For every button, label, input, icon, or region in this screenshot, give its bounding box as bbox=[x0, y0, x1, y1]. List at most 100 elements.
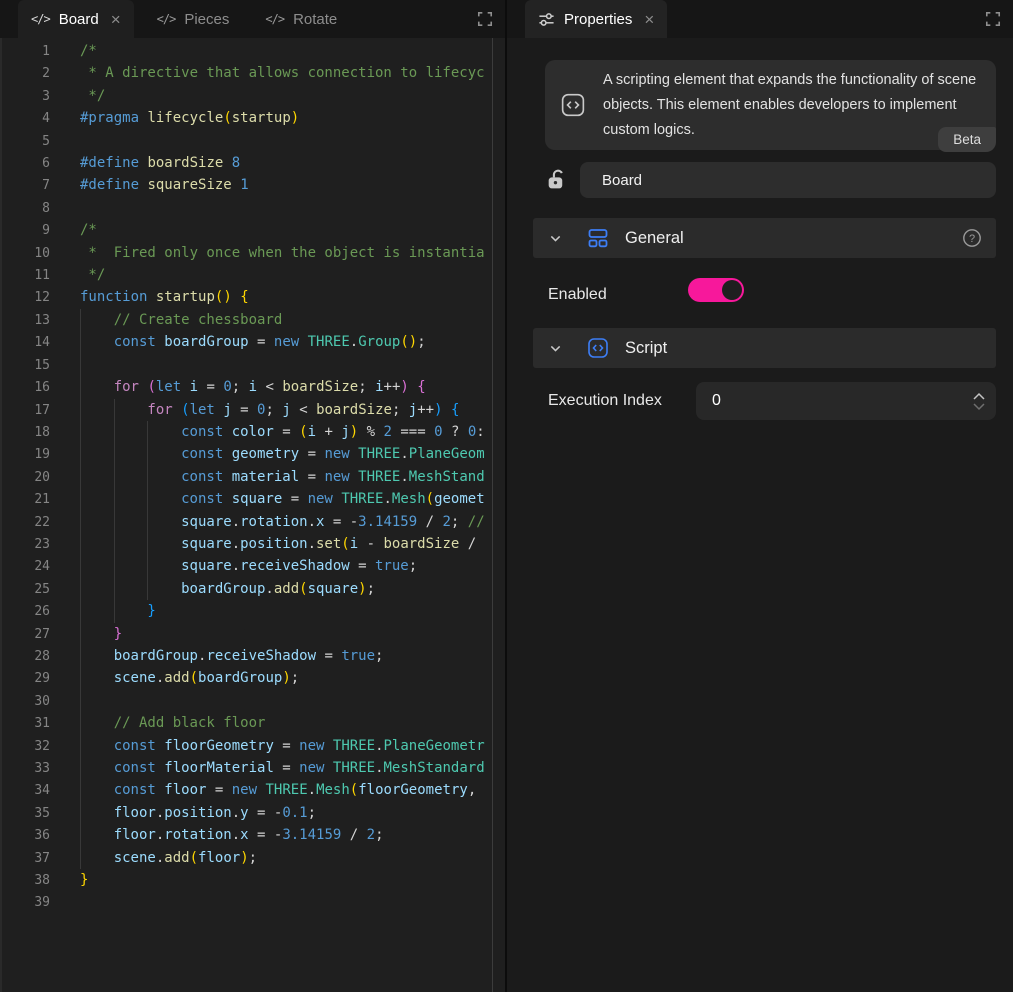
execution-index-input[interactable] bbox=[696, 391, 972, 411]
tab-rotate[interactable]: </> Rotate bbox=[252, 0, 350, 38]
line-number: 31 bbox=[2, 713, 50, 735]
line-number: 29 bbox=[2, 668, 50, 690]
line-number: 23 bbox=[2, 534, 50, 556]
line-number: 3 bbox=[2, 86, 50, 108]
section-title: Script bbox=[625, 339, 667, 358]
line-number: 32 bbox=[2, 736, 50, 758]
code-line: 25boardGroup.add(square); bbox=[2, 578, 505, 600]
code-line: 32const floorGeometry = new THREE.PlaneG… bbox=[2, 735, 505, 757]
code-line: 16for (let i = 0; i < boardSize; i++) { bbox=[2, 376, 505, 398]
properties-tabbar: Properties × bbox=[507, 0, 1013, 38]
line-number: 1 bbox=[2, 41, 50, 63]
line-number: 17 bbox=[2, 400, 50, 422]
tab-pieces[interactable]: </> Pieces bbox=[144, 0, 243, 38]
line-number: 25 bbox=[2, 579, 50, 601]
code-line: 1/* bbox=[2, 40, 505, 62]
code-line: 10 * Fired only once when the object is … bbox=[2, 242, 505, 264]
code-line: 20const material = new THREE.MeshStand bbox=[2, 466, 505, 488]
code-line: 8 bbox=[2, 197, 505, 219]
unlock-icon[interactable] bbox=[545, 167, 568, 196]
line-number: 35 bbox=[2, 803, 50, 825]
line-number: 33 bbox=[2, 758, 50, 780]
code-line: 12function startup() { bbox=[2, 286, 505, 308]
stepper-down-icon[interactable] bbox=[972, 402, 986, 411]
code-icon: </> bbox=[265, 12, 284, 26]
code-line: 19const geometry = new THREE.PlaneGeom bbox=[2, 443, 505, 465]
expand-panel-icon[interactable] bbox=[477, 11, 493, 32]
tab-label: Properties bbox=[564, 11, 632, 28]
column-ruler bbox=[492, 38, 493, 992]
script-description-text: A scripting element that expands the fun… bbox=[603, 68, 980, 143]
layout-icon bbox=[587, 227, 609, 249]
line-number: 13 bbox=[2, 310, 50, 332]
code-line: 5 bbox=[2, 130, 505, 152]
execution-index-label: Execution Index bbox=[548, 392, 662, 410]
code-line: 6#define boardSize 8 bbox=[2, 152, 505, 174]
line-number: 16 bbox=[2, 377, 50, 399]
section-script-header[interactable]: Script bbox=[533, 328, 996, 368]
line-number: 21 bbox=[2, 489, 50, 511]
enabled-toggle[interactable] bbox=[688, 278, 744, 302]
code-line: 36floor.rotation.x = -3.14159 / 2; bbox=[2, 824, 505, 846]
code-line: 39 bbox=[2, 891, 505, 913]
code-panel: </> Board × </> Pieces </> Rotate 1/*2 *… bbox=[0, 0, 505, 992]
stepper-up-icon[interactable] bbox=[972, 392, 986, 401]
line-number: 27 bbox=[2, 624, 50, 646]
tab-board[interactable]: </> Board × bbox=[18, 0, 134, 38]
script-icon bbox=[587, 337, 609, 359]
code-line: 38} bbox=[2, 869, 505, 891]
code-line: 30 bbox=[2, 690, 505, 712]
line-number: 18 bbox=[2, 422, 50, 444]
chevron-down-icon[interactable] bbox=[548, 341, 563, 356]
code-icon: </> bbox=[157, 12, 176, 26]
help-icon[interactable]: ? bbox=[962, 228, 982, 248]
line-number: 12 bbox=[2, 287, 50, 309]
code-line: 35floor.position.y = -0.1; bbox=[2, 802, 505, 824]
code-square-icon bbox=[561, 93, 585, 117]
properties-body: A scripting element that expands the fun… bbox=[507, 38, 1013, 992]
object-name-input[interactable] bbox=[580, 162, 996, 198]
tab-properties[interactable]: Properties × bbox=[525, 0, 667, 38]
section-title: General bbox=[625, 229, 684, 248]
tab-label: Pieces bbox=[184, 11, 229, 28]
line-number: 15 bbox=[2, 355, 50, 377]
code-line: 37scene.add(floor); bbox=[2, 847, 505, 869]
chevron-down-icon[interactable] bbox=[548, 231, 563, 246]
line-number: 24 bbox=[2, 556, 50, 578]
line-number: 34 bbox=[2, 780, 50, 802]
line-number: 11 bbox=[2, 265, 50, 287]
line-number: 5 bbox=[2, 131, 50, 153]
code-lines: 1/*2 * A directive that allows connectio… bbox=[2, 40, 505, 914]
line-number: 14 bbox=[2, 332, 50, 354]
code-line: 7#define squareSize 1 bbox=[2, 174, 505, 196]
close-icon[interactable]: × bbox=[644, 11, 654, 28]
line-number: 4 bbox=[2, 108, 50, 130]
code-line: 22square.rotation.x = -3.14159 / 2; // bbox=[2, 511, 505, 533]
close-icon[interactable]: × bbox=[111, 11, 121, 28]
section-general-header[interactable]: General ? bbox=[533, 218, 996, 258]
code-line: 3 */ bbox=[2, 85, 505, 107]
line-number: 7 bbox=[2, 175, 50, 197]
code-line: 13// Create chessboard bbox=[2, 309, 505, 331]
code-editor[interactable]: 1/*2 * A directive that allows connectio… bbox=[0, 38, 505, 992]
expand-panel-icon[interactable] bbox=[985, 11, 1001, 32]
code-line: 31// Add black floor bbox=[2, 712, 505, 734]
tab-label: Board bbox=[59, 11, 99, 28]
sliders-icon bbox=[538, 11, 555, 28]
code-line: 28boardGroup.receiveShadow = true; bbox=[2, 645, 505, 667]
enabled-label: Enabled bbox=[548, 286, 607, 304]
line-number: 9 bbox=[2, 220, 50, 242]
svg-text:?: ? bbox=[969, 233, 975, 245]
code-tabbar: </> Board × </> Pieces </> Rotate bbox=[0, 0, 505, 38]
line-number: 6 bbox=[2, 153, 50, 175]
line-number: 39 bbox=[2, 892, 50, 914]
toggle-knob bbox=[722, 280, 742, 300]
script-description-card: A scripting element that expands the fun… bbox=[545, 60, 996, 150]
line-number: 28 bbox=[2, 646, 50, 668]
code-line: 26} bbox=[2, 600, 505, 622]
code-line: 15 bbox=[2, 354, 505, 376]
line-number: 36 bbox=[2, 825, 50, 847]
code-line: 33const floorMaterial = new THREE.MeshSt… bbox=[2, 757, 505, 779]
line-number: 19 bbox=[2, 444, 50, 466]
execution-index-field bbox=[696, 382, 996, 420]
